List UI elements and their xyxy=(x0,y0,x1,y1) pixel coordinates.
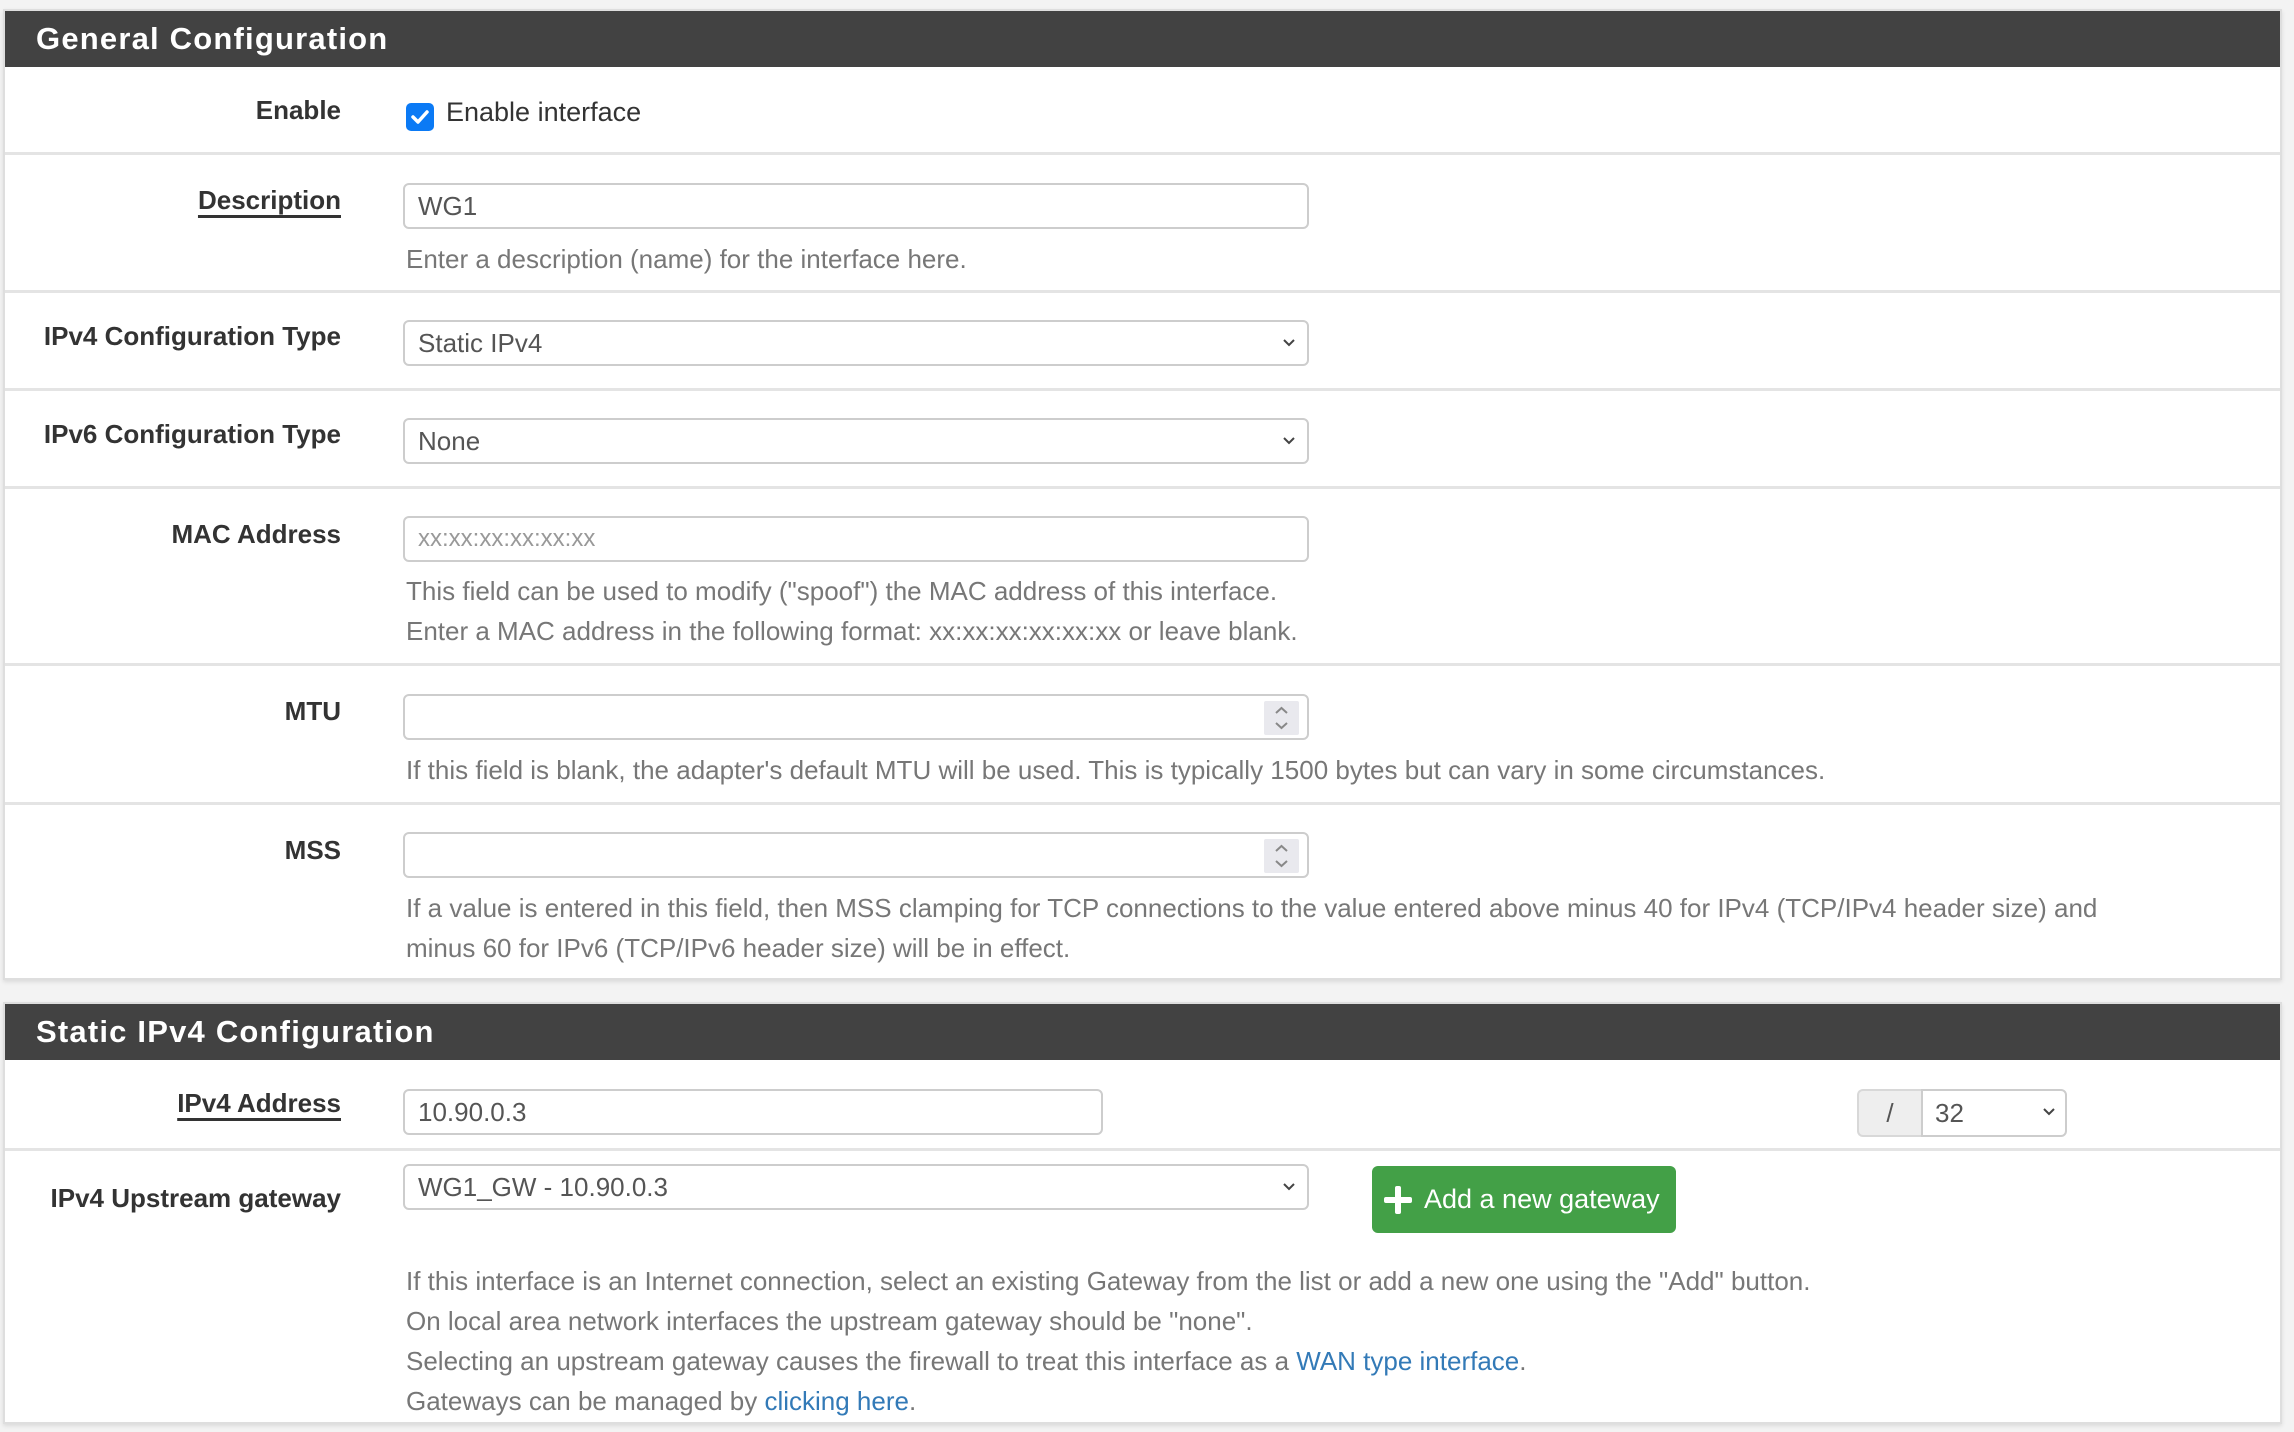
ipv4-address-input[interactable]: 10.90.0.3 xyxy=(403,1089,1103,1135)
mac-address-row: MAC Address xx:xx:xx:xx:xx:xx This field… xyxy=(5,486,2280,663)
enable-interface-checkbox[interactable] xyxy=(406,103,434,131)
cidr-value: 32 xyxy=(1935,1098,1964,1128)
mtu-input[interactable] xyxy=(403,694,1309,740)
mac-help-line-2: Enter a MAC address in the following for… xyxy=(406,616,1298,646)
chevron-down-icon xyxy=(1283,1183,1295,1191)
mac-address-label: MAC Address xyxy=(171,519,341,549)
add-new-gateway-label: Add a new gateway xyxy=(1424,1184,1660,1214)
ipv4-upstream-gateway-value: WG1_GW - 10.90.0.3 xyxy=(418,1172,668,1202)
mtu-row: MTU If this field is blank, the adapter'… xyxy=(5,663,2280,802)
chevron-down-icon xyxy=(2043,1108,2055,1116)
description-value: WG1 xyxy=(418,191,478,221)
mtu-label: MTU xyxy=(284,696,341,726)
gateway-help-line-4-suffix: . xyxy=(908,1386,917,1416)
ipv6-config-type-row: IPv6 Configuration Type None xyxy=(5,388,2280,486)
ipv6-config-type-label: IPv6 Configuration Type xyxy=(43,419,341,449)
gateway-help-line-2: On local area network interfaces the ups… xyxy=(406,1306,1253,1336)
description-label[interactable]: Description xyxy=(198,185,341,216)
spinner-arrows-icon xyxy=(1275,706,1288,730)
enable-row: Enable Enable interface xyxy=(5,67,2280,154)
checkmark-icon xyxy=(411,110,429,124)
mss-help-line-2: minus 60 for IPv6 (TCP/IPv6 header size)… xyxy=(406,933,1071,963)
add-new-gateway-button[interactable]: Add a new gateway xyxy=(1372,1166,1676,1233)
gateway-help: If this interface is an Internet connect… xyxy=(406,1261,2240,1421)
spinner-arrows-icon xyxy=(1275,844,1288,868)
description-help: Enter a description (name) for the inter… xyxy=(406,244,967,274)
description-input[interactable]: WG1 xyxy=(403,183,1309,229)
mss-help: If a value is entered in this field, the… xyxy=(406,888,2240,968)
ipv4-address-row: IPv4 Address 10.90.0.3 / 32 xyxy=(5,1060,2280,1148)
panel-title: General Configuration xyxy=(5,11,2280,67)
description-row: Description WG1 Enter a description (nam… xyxy=(5,152,2280,290)
gateway-help-line-4-text: Gateways can be managed by xyxy=(406,1386,765,1416)
chevron-down-icon xyxy=(1283,339,1295,347)
mss-spinner[interactable] xyxy=(1264,839,1299,873)
gateway-help-line-1: If this interface is an Internet connect… xyxy=(406,1266,1811,1296)
ipv4-config-type-label: IPv4 Configuration Type xyxy=(43,321,341,351)
mtu-spinner[interactable] xyxy=(1264,701,1299,735)
gateway-help-line-4: Gateways can be managed by clicking here… xyxy=(406,1381,2240,1421)
mac-help-line-1: This field can be used to modify ("spoof… xyxy=(406,576,1278,606)
mss-help-line-1: If a value is entered in this field, the… xyxy=(406,893,2098,923)
panel-title: Static IPv4 Configuration xyxy=(5,1004,2280,1060)
mac-address-input[interactable]: xx:xx:xx:xx:xx:xx xyxy=(403,516,1309,562)
general-configuration-panel: General Configuration Enable Enable inte… xyxy=(3,9,2282,980)
chevron-down-icon xyxy=(1283,437,1295,445)
plus-icon xyxy=(1384,1186,1412,1214)
ipv4-config-type-row: IPv4 Configuration Type Static IPv4 xyxy=(5,290,2280,388)
clicking-here-link[interactable]: clicking here xyxy=(764,1386,909,1416)
enable-label: Enable xyxy=(255,95,341,125)
ipv4-config-type-select[interactable]: Static IPv4 xyxy=(403,320,1309,366)
gateway-help-line-3: Selecting an upstream gateway causes the… xyxy=(406,1341,2240,1381)
ipv4-address-label[interactable]: IPv4 Address xyxy=(177,1088,341,1119)
ipv4-address-value: 10.90.0.3 xyxy=(418,1097,527,1127)
gateway-help-line-3-suffix: . xyxy=(1519,1346,1527,1376)
mss-row: MSS If a value is entered in this field,… xyxy=(5,802,2280,981)
ipv4-upstream-gateway-row: IPv4 Upstream gateway WG1_GW - 10.90.0.3… xyxy=(5,1148,2280,1425)
mac-address-placeholder: xx:xx:xx:xx:xx:xx xyxy=(418,525,596,552)
ipv6-config-type-value: None xyxy=(418,426,481,456)
mtu-help: If this field is blank, the adapter's de… xyxy=(406,755,1826,785)
mac-address-help: This field can be used to modify ("spoof… xyxy=(406,571,2240,651)
gateway-help-line-3-text: Selecting an upstream gateway causes the… xyxy=(406,1346,1297,1376)
ipv6-config-type-select[interactable]: None xyxy=(403,418,1309,464)
ipv4-upstream-gateway-select[interactable]: WG1_GW - 10.90.0.3 xyxy=(403,1164,1309,1210)
mss-label: MSS xyxy=(284,835,341,865)
cidr-select[interactable]: 32 xyxy=(1921,1089,2067,1137)
cidr-separator: / xyxy=(1857,1089,1921,1137)
mss-input[interactable] xyxy=(403,832,1309,878)
static-ipv4-configuration-panel: Static IPv4 Configuration IPv4 Address 1… xyxy=(3,1002,2282,1424)
ipv4-upstream-gateway-label: IPv4 Upstream gateway xyxy=(50,1183,341,1213)
wan-type-interface-link[interactable]: WAN type interface xyxy=(1296,1346,1519,1376)
ipv4-config-type-value: Static IPv4 xyxy=(418,328,543,358)
enable-interface-label[interactable]: Enable interface xyxy=(446,97,641,128)
